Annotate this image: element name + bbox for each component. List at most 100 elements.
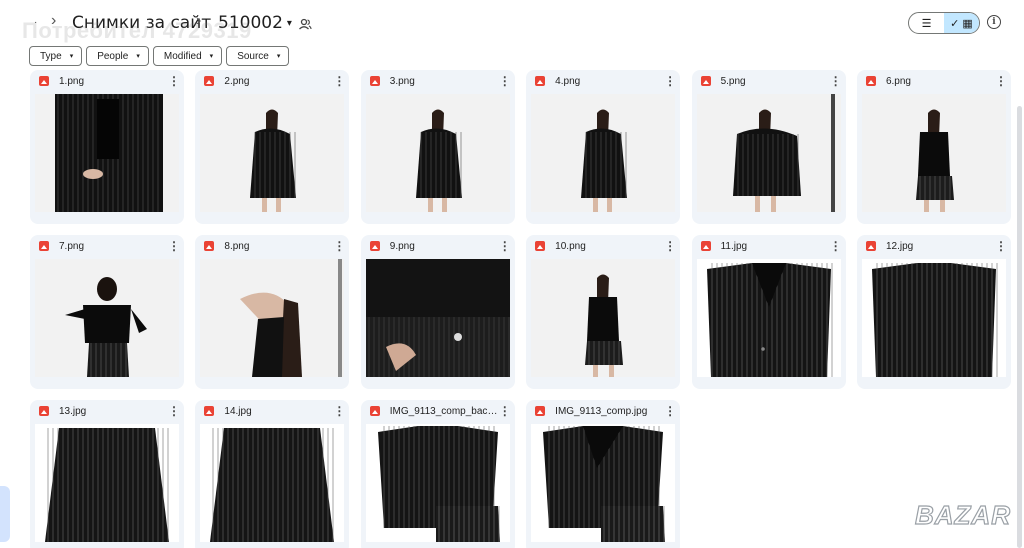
filter-modified[interactable]: Modified ▾ [152,46,223,66]
caret-down-icon: ▾ [209,53,214,60]
file-thumbnail[interactable] [365,424,510,542]
file-card-header: 5.png ⋮ [692,70,846,92]
more-options-icon[interactable]: ⋮ [995,75,1007,87]
more-options-icon[interactable]: ⋮ [499,240,511,252]
file-card[interactable]: 4.png ⋮ [526,70,681,224]
filter-people[interactable]: People ▾ [86,46,149,66]
file-card-header: 10.png ⋮ [526,235,680,257]
caret-down-icon: ▾ [69,53,74,60]
file-card[interactable]: 8.png ⋮ [195,235,350,389]
file-thumbnail[interactable] [35,259,179,377]
list-view-button[interactable]: ☰ [909,13,944,33]
file-card[interactable]: 9.png ⋮ [360,235,515,389]
more-options-icon[interactable]: ⋮ [664,240,676,252]
file-thumbnail[interactable] [861,94,1006,212]
file-card-header: IMG_9113_comp.jpg ⋮ [526,400,680,422]
more-options-icon[interactable]: ⋮ [995,240,1007,252]
file-card[interactable]: 11.jpg ⋮ [691,235,846,389]
file-card[interactable]: 6.png ⋮ [856,70,1011,224]
file-thumbnail[interactable] [200,94,345,212]
filter-label: Source [237,50,269,62]
filter-bar: Type ▾ People ▾ Modified ▾ Source ▾ [29,46,290,66]
image-file-icon [535,76,546,86]
file-name: 3.png [389,75,415,87]
image-file-icon [369,76,380,86]
file-name: 13.jpg [59,405,87,417]
breadcrumb-separator: › [51,12,57,29]
more-options-icon[interactable]: ⋮ [830,240,842,252]
image-file-icon [204,241,215,251]
file-name: 8.png [224,240,250,252]
file-card-header: 7.png ⋮ [30,235,184,257]
filter-type[interactable]: Type ▾ [29,46,83,66]
file-thumbnail[interactable] [35,94,179,212]
file-card[interactable]: IMG_9113_comp.jpg ⋮ [526,400,681,548]
more-options-icon[interactable]: ⋮ [168,240,180,252]
image-file-icon [204,76,215,86]
more-options-icon[interactable]: ⋮ [333,240,345,252]
file-name: 7.png [59,240,85,252]
image-file-icon [535,241,546,251]
file-card-header: 13.jpg ⋮ [30,400,184,422]
more-options-icon[interactable]: ⋮ [499,405,511,417]
side-panel-tab[interactable] [0,486,10,542]
breadcrumb-parent[interactable]: Снимки за сайт [72,13,211,33]
image-file-icon [535,406,546,416]
file-name: IMG_9113_comp_back.... [389,405,499,417]
file-thumbnail[interactable] [365,259,510,377]
file-thumbnail[interactable] [531,424,676,542]
chevron-down-icon: ▾ [286,17,292,29]
more-options-icon[interactable]: ⋮ [664,75,676,87]
more-options-icon[interactable]: ⋮ [168,75,180,87]
more-options-icon[interactable]: ⋮ [333,75,345,87]
filter-label: Type [40,50,62,62]
view-toggle[interactable]: ☰ ✓ ▦ [908,12,980,34]
file-card[interactable]: 3.png ⋮ [360,70,515,224]
image-file-icon [39,406,49,416]
breadcrumb-current[interactable]: 510002 ▾ [218,13,292,33]
image-file-icon [700,76,711,86]
file-thumbnail[interactable] [365,94,510,212]
file-name: 12.jpg [885,240,914,252]
more-options-icon[interactable]: ⋮ [168,405,180,417]
image-file-icon [700,241,711,251]
more-options-icon[interactable]: ⋮ [664,405,676,417]
file-card-header: 8.png ⋮ [195,235,349,257]
file-thumbnail[interactable] [531,94,676,212]
back-arrow-icon[interactable]: · [34,17,37,28]
file-card-header: 9.png ⋮ [361,235,515,257]
file-card[interactable]: 2.png ⋮ [195,70,350,224]
file-thumbnail[interactable] [35,424,179,542]
file-card[interactable]: 1.png ⋮ [30,70,184,224]
caret-down-icon: ▾ [276,53,281,60]
file-card[interactable]: 5.png ⋮ [691,70,846,224]
file-thumbnail[interactable] [696,259,841,377]
file-card[interactable]: 10.png ⋮ [526,235,681,389]
file-thumbnail[interactable] [861,259,1006,377]
grid-icon: ✓ ▦ [950,17,973,30]
shared-people-icon[interactable] [298,17,312,31]
more-options-icon[interactable]: ⋮ [830,75,842,87]
file-card-header: IMG_9113_comp_back.... ⋮ [361,400,515,422]
file-thumbnail[interactable] [200,259,345,377]
image-file-icon [865,76,876,86]
file-card[interactable]: 12.jpg ⋮ [856,235,1011,389]
file-card[interactable]: 7.png ⋮ [30,235,184,389]
file-name: 4.png [555,75,581,87]
more-options-icon[interactable]: ⋮ [333,405,345,417]
file-card[interactable]: 13.jpg ⋮ [30,400,184,548]
grid-view-button[interactable]: ✓ ▦ [944,13,979,33]
scrollbar-thumb[interactable] [1017,106,1022,548]
filter-source[interactable]: Source ▾ [226,46,290,66]
file-thumbnail[interactable] [531,259,676,377]
file-card[interactable]: 14.jpg ⋮ [195,400,350,548]
info-icon[interactable]: i [987,15,1001,29]
more-options-icon[interactable]: ⋮ [499,75,511,87]
file-card[interactable]: IMG_9113_comp_back.... ⋮ [360,400,515,548]
file-thumbnail[interactable] [200,424,345,542]
list-icon: ☰ [921,17,932,30]
file-thumbnail[interactable] [696,94,841,212]
file-card-header: 11.jpg ⋮ [692,235,846,257]
file-card-header: 4.png ⋮ [526,70,680,92]
file-grid: 1.png ⋮ 2.png ⋮ 3.png ⋮ 4.png ⋮ 5.png ⋮ [30,70,1011,548]
